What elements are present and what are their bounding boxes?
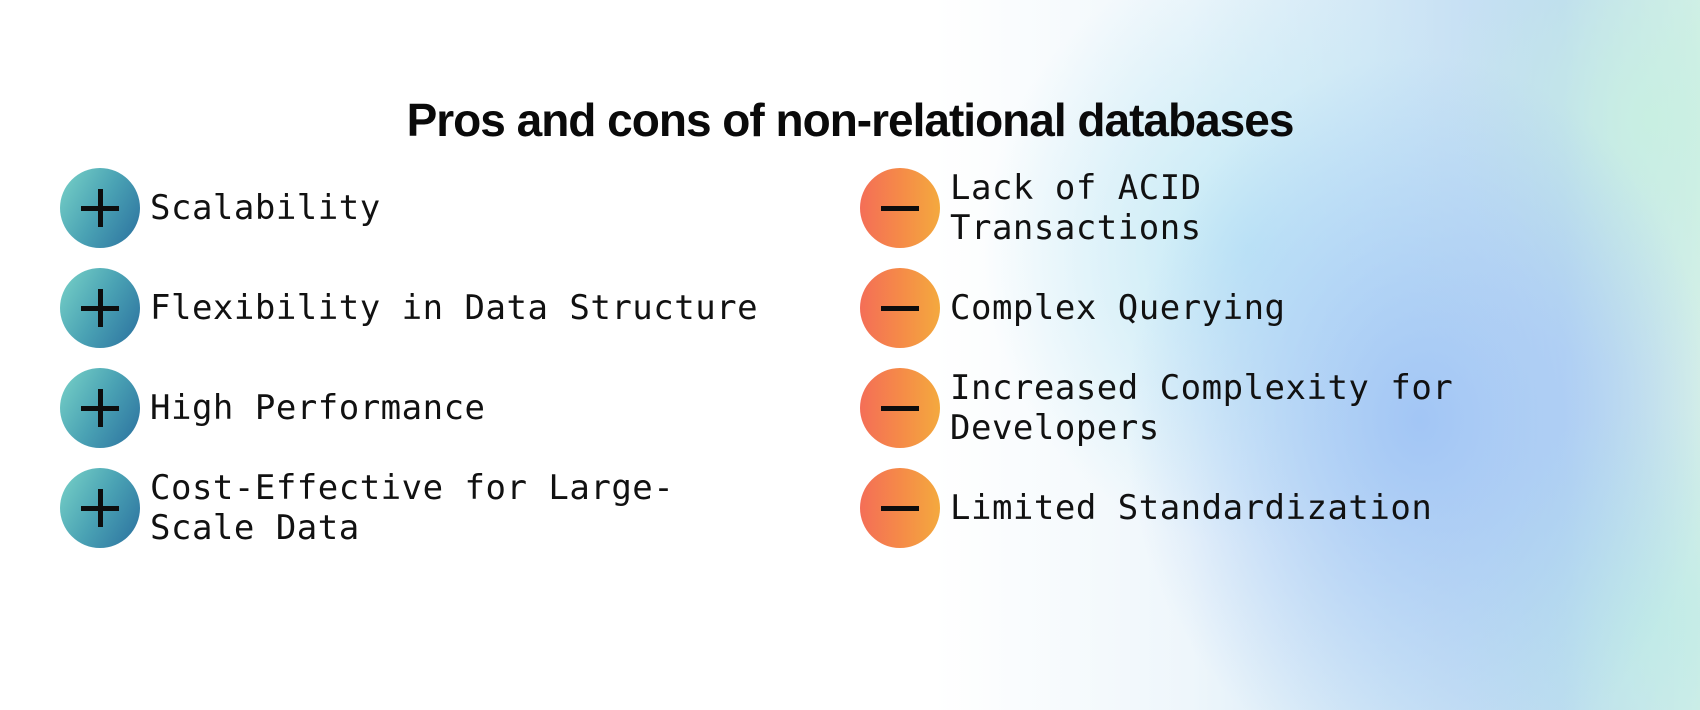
pro-label: Flexibility in Data Structure: [150, 288, 759, 328]
minus-icon: [860, 368, 940, 448]
plus-icon: [60, 368, 140, 448]
pro-item: Scalability: [60, 168, 790, 248]
cons-list: Lack of ACID Transactions Complex Queryi…: [860, 168, 1510, 568]
pro-item: Cost-Effective for Large- Scale Data: [60, 468, 790, 548]
con-item: Lack of ACID Transactions: [860, 168, 1510, 248]
minus-icon: [860, 168, 940, 248]
plus-icon: [60, 268, 140, 348]
pros-list: Scalability Flexibility in Data Structur…: [60, 168, 790, 568]
plus-icon: [60, 168, 140, 248]
plus-icon: [60, 468, 140, 548]
con-label: Limited Standardization: [950, 488, 1433, 528]
pro-item: Flexibility in Data Structure: [60, 268, 790, 348]
con-label: Increased Complexity for Developers: [950, 368, 1454, 448]
pro-label: Scalability: [150, 188, 381, 228]
con-label: Lack of ACID Transactions: [950, 168, 1202, 248]
con-item: Increased Complexity for Developers: [860, 368, 1510, 448]
minus-icon: [860, 468, 940, 548]
pro-item: High Performance: [60, 368, 790, 448]
con-item: Complex Querying: [860, 268, 1510, 348]
minus-icon: [860, 268, 940, 348]
pro-label: Cost-Effective for Large- Scale Data: [150, 468, 675, 548]
con-label: Complex Querying: [950, 288, 1286, 328]
con-item: Limited Standardization: [860, 468, 1510, 548]
pro-label: High Performance: [150, 388, 486, 428]
page-title: Pros and cons of non-relational database…: [406, 93, 1295, 146]
